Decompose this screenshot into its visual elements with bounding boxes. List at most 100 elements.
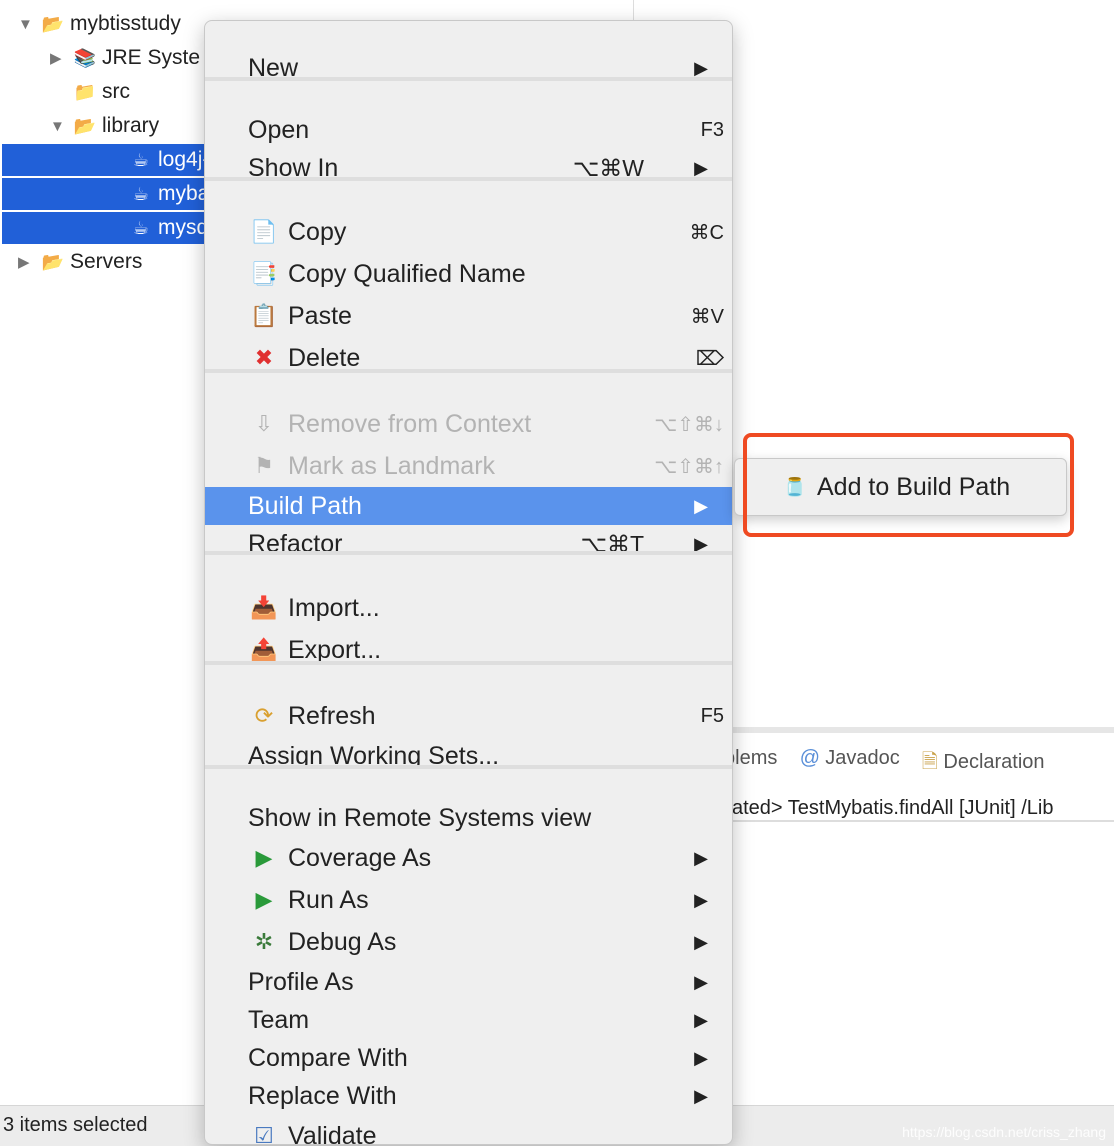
highlight-callout — [743, 433, 1074, 537]
menu-item-build-path[interactable]: Build Path ▶ — [205, 487, 732, 525]
jar-icon: ☕ — [132, 183, 150, 204]
menu-item-shortcut: ⌘C — [689, 221, 724, 244]
menu-item-paste[interactable]: 📋 Paste ⌘V — [205, 297, 732, 335]
submenu-arrow-icon: ▶ — [694, 1085, 708, 1106]
menu-item-copy-qualified-name[interactable]: 📑 Copy Qualified Name — [205, 255, 732, 293]
tree-item[interactable]: ▼ 📂 mybtisstudy — [18, 8, 181, 40]
menu-item-label: Open — [248, 115, 310, 144]
menu-item-label: Remove from Context — [288, 409, 532, 438]
debug-icon: ✲ — [254, 929, 274, 954]
context-menu: New ▶ Open F3 Show In ⌥⌘W ▶ 📄 Copy ⌘C 📑 Copy Qualif… — [204, 20, 733, 1145]
menu-item-label: Coverage As — [288, 843, 432, 872]
tree-item[interactable]: ▼ 📂 library — [50, 110, 159, 142]
menu-item-label: Copy — [288, 217, 347, 246]
menu-item-label: Build Path — [248, 491, 362, 520]
menu-separator — [205, 765, 732, 769]
copy-icon: 📄 — [250, 219, 278, 244]
copy-qualified-icon: 📑 — [250, 261, 278, 286]
tree-item[interactable]: 📁 src — [50, 76, 130, 108]
menu-item-shortcut: F3 — [700, 118, 724, 141]
tree-item[interactable]: ▶ 📚 JRE Syste — [50, 42, 200, 74]
tree-item-label: Servers — [70, 250, 143, 273]
twisty-open-icon[interactable]: ▼ — [50, 118, 70, 135]
menu-item-open[interactable]: Open F3 — [205, 111, 732, 149]
java-project-icon: 📂 — [41, 13, 65, 34]
landmark-icon: ⚑ — [254, 453, 274, 478]
menu-item-copy[interactable]: 📄 Copy ⌘C — [205, 213, 732, 251]
declaration-icon: 🗎 — [921, 751, 938, 773]
menu-item-label: Compare With — [248, 1043, 408, 1072]
menu-item-shortcut: ⌥⇧⌘↓ — [654, 413, 724, 436]
menu-item-show-in-remote-systems-view[interactable]: Show in Remote Systems view — [205, 799, 732, 837]
checkbox-icon: ☑ — [254, 1123, 274, 1145]
submenu-arrow-icon: ▶ — [694, 495, 708, 516]
jar-icon: ☕ — [132, 149, 150, 170]
twisty-open-icon[interactable]: ▼ — [18, 16, 38, 33]
menu-item-show-in[interactable]: Show In ⌥⌘W ▶ — [205, 149, 732, 187]
menu-item-replace-with[interactable]: Replace With ▶ — [205, 1077, 732, 1115]
folder-icon: 📂 — [73, 115, 97, 136]
menu-separator — [205, 177, 732, 181]
menu-item-shortcut: ⌦ — [695, 347, 724, 370]
menu-item-run-as[interactable]: ▶ Run As ▶ — [205, 881, 732, 919]
menu-separator — [205, 661, 732, 665]
submenu-arrow-icon: ▶ — [694, 1047, 708, 1068]
submenu-arrow-icon: ▶ — [694, 1009, 708, 1030]
tree-item-label: library — [102, 114, 160, 137]
submenu-arrow-icon: ▶ — [694, 847, 708, 868]
tree-item-label: src — [102, 80, 130, 103]
jar-icon: ☕ — [132, 217, 150, 238]
at-icon: @ — [799, 747, 820, 769]
tab-javadoc[interactable]: @ Javadoc — [799, 747, 899, 781]
coverage-icon: ▶ — [255, 845, 273, 870]
menu-item-validate[interactable]: ☑ Validate — [205, 1117, 732, 1145]
twisty-closed-icon[interactable]: ▶ — [18, 253, 38, 271]
menu-item-new[interactable]: New ▶ — [205, 49, 732, 87]
menu-item-refresh[interactable]: ⟳ Refresh F5 — [205, 697, 732, 735]
menu-item-mark-as-landmark: ⚑ Mark as Landmark ⌥⇧⌘↑ — [205, 447, 732, 485]
menu-item-shortcut: ⌘V — [690, 305, 724, 328]
menu-item-label: Replace With — [248, 1081, 397, 1110]
tree-item-label: mybtisstudy — [70, 12, 181, 35]
tab-declaration[interactable]: 🗎 Declaration — [922, 747, 1045, 781]
watermark: https://blog.csdn.net/criss_zhang — [902, 1124, 1106, 1140]
package-folder-icon: 📁 — [73, 81, 97, 102]
submenu-arrow-icon: ▶ — [694, 971, 708, 992]
menu-item-shortcut: ⌥⇧⌘↑ — [654, 455, 724, 478]
import-icon: 📥 — [250, 595, 278, 620]
menu-item-shortcut: F5 — [700, 704, 724, 727]
console-line: ated> TestMybatis.findAll [JUnit] /Lib — [732, 797, 1114, 822]
tab-declaration-label: Declaration — [943, 751, 1045, 773]
menu-item-label: Team — [248, 1005, 310, 1034]
menu-item-assign-working-sets[interactable]: Assign Working Sets... — [205, 737, 732, 775]
submenu-arrow-icon: ▶ — [694, 57, 708, 78]
twisty-closed-icon[interactable]: ▶ — [50, 49, 70, 67]
menu-item-label: Mark as Landmark — [288, 451, 496, 480]
tab-javadoc-label: Javadoc — [825, 747, 900, 769]
menu-item-label: Import... — [288, 593, 380, 622]
submenu-arrow-icon: ▶ — [694, 889, 708, 910]
menu-item-label: Copy Qualified Name — [288, 259, 526, 288]
menu-item-label: Show in Remote Systems view — [248, 803, 592, 832]
menu-item-label: Validate — [288, 1121, 377, 1145]
remove-context-icon: ⇩ — [254, 411, 274, 436]
menu-item-profile-as[interactable]: Profile As ▶ — [205, 963, 732, 1001]
delete-icon: ✖ — [254, 345, 274, 370]
tree-item-label: JRE Syste — [102, 46, 201, 69]
menu-item-label: Run As — [288, 885, 369, 914]
menu-item-debug-as[interactable]: ✲ Debug As ▶ — [205, 923, 732, 961]
submenu-arrow-icon: ▶ — [694, 157, 708, 178]
menu-item-compare-with[interactable]: Compare With ▶ — [205, 1039, 732, 1077]
status-text: 3 items selected — [3, 1114, 148, 1136]
menu-item-team[interactable]: Team ▶ — [205, 1001, 732, 1039]
menu-item-label: Debug As — [288, 927, 397, 956]
menu-item-label: Refresh — [288, 701, 376, 730]
menu-item-refactor[interactable]: Refactor ⌥⌘T ▶ — [205, 525, 732, 563]
menu-item-coverage-as[interactable]: ▶ Coverage As ▶ — [205, 839, 732, 877]
submenu-arrow-icon: ▶ — [694, 931, 708, 952]
menu-item-remove-from-context: ⇩ Remove from Context ⌥⇧⌘↓ — [205, 405, 732, 443]
menu-item-import[interactable]: 📥 Import... — [205, 589, 732, 627]
export-icon: 📤 — [250, 637, 278, 662]
tree-item[interactable]: ▶ 📂 Servers — [18, 246, 142, 278]
warning-folder-icon: 📂 — [41, 251, 65, 272]
